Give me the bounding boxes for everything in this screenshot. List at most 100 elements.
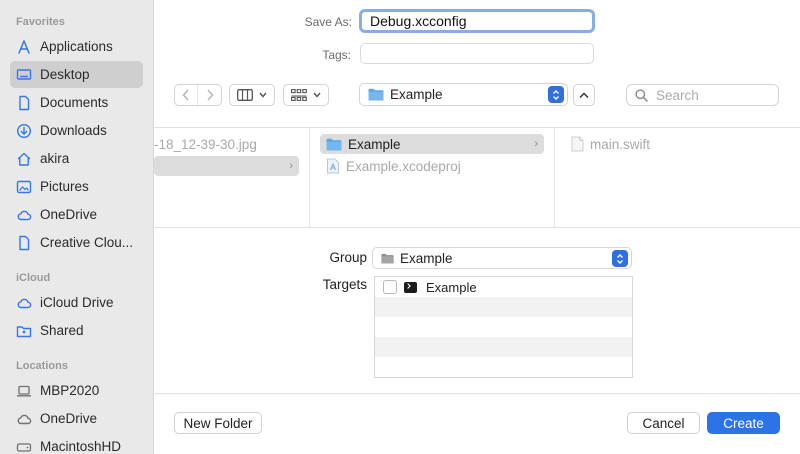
terminal-icon — [404, 281, 417, 293]
location-label: Example — [390, 87, 443, 102]
view-columns-button[interactable] — [229, 84, 275, 106]
group-label: Group — [329, 250, 367, 265]
favorites-section-title: Favorites — [16, 16, 65, 28]
target-row[interactable]: Example — [375, 277, 632, 297]
chevron-down-icon — [259, 92, 267, 98]
sidebar-item-desktop[interactable]: Desktop — [10, 61, 143, 88]
empty-row — [375, 337, 632, 357]
sidebar-item-label: Documents — [40, 95, 109, 110]
folder-icon — [381, 253, 394, 264]
pictures-icon — [16, 179, 32, 195]
file-row-main-swift[interactable]: main.swift — [571, 134, 771, 154]
popup-stepper-icon — [612, 250, 628, 267]
sidebar-item-shared[interactable]: Shared — [10, 317, 143, 344]
sidebar-item-akira[interactable]: akira — [10, 145, 143, 172]
sidebar-item-onedrive-location[interactable]: OneDrive — [10, 405, 143, 432]
group-by-button[interactable] — [283, 84, 329, 106]
folder-icon — [368, 88, 384, 101]
folder-name: Example — [348, 136, 401, 152]
sidebar-item-label: OneDrive — [40, 207, 98, 222]
sidebar-item-documents[interactable]: Documents — [10, 89, 143, 116]
search-icon — [635, 88, 648, 102]
column-divider — [309, 128, 310, 228]
document-icon — [16, 235, 32, 251]
chevron-down-icon — [313, 92, 321, 98]
cloud-icon — [16, 295, 32, 311]
sidebar-item-creative-cloud[interactable]: Creative Clou... — [10, 229, 143, 256]
swift-file-icon — [571, 136, 584, 152]
folder-icon — [326, 138, 342, 151]
folder-row-example[interactable]: Example › — [320, 134, 544, 154]
home-icon — [16, 151, 32, 167]
sidebar-item-label: Downloads — [40, 123, 107, 138]
footer-divider — [154, 393, 800, 394]
search-field[interactable]: Search — [626, 84, 779, 106]
targets-list: Example — [374, 276, 633, 378]
save-as-label: Save As: — [304, 15, 352, 29]
save-as-input[interactable]: Debug.xcconfig — [359, 9, 595, 33]
collapse-button[interactable] — [573, 84, 595, 106]
file-name: main.swift — [590, 136, 651, 152]
sidebar-item-onedrive[interactable]: OneDrive — [10, 201, 143, 228]
sidebar-item-label: akira — [40, 151, 70, 166]
file-row-xcodeproj[interactable]: Example.xcodeproj — [320, 156, 544, 176]
sidebar-item-mbp2020[interactable]: MBP2020 — [10, 377, 143, 404]
file-name: -18_12-39-30.jpg — [154, 136, 257, 152]
popup-stepper-icon — [548, 86, 564, 103]
forward-button[interactable] — [198, 85, 221, 105]
icloud-section-title: iCloud — [16, 272, 51, 284]
file-row[interactable]: -18_12-39-30.jpg — [154, 134, 299, 154]
shared-folder-icon — [16, 323, 32, 339]
back-forward-buttons — [174, 84, 222, 106]
tags-input[interactable] — [360, 43, 594, 64]
grid-icon — [291, 89, 307, 101]
sidebar-item-macintoshhd[interactable]: MacintoshHD — [10, 433, 143, 454]
sidebar-item-pictures[interactable]: Pictures — [10, 173, 143, 200]
cancel-button[interactable]: Cancel — [627, 412, 700, 434]
column-browser: -18_12-39-30.jpg › Example › Example.xco… — [154, 127, 800, 228]
group-value: Example — [400, 250, 453, 266]
download-icon — [16, 123, 32, 139]
sidebar-item-label: Applications — [40, 39, 113, 54]
sidebar-item-label: Creative Clou... — [40, 235, 134, 250]
xcodeproj-icon — [326, 158, 340, 174]
tags-label: Tags: — [322, 48, 351, 62]
group-popup[interactable]: Example — [372, 247, 632, 269]
laptop-icon — [16, 383, 32, 399]
sidebar-item-label: OneDrive — [40, 411, 98, 426]
sidebar-item-label: iCloud Drive — [40, 295, 114, 310]
sidebar-item-label: MBP2020 — [40, 383, 100, 398]
sidebar-item-label: Shared — [40, 323, 84, 338]
target-checkbox[interactable] — [383, 280, 397, 294]
sidebar-item-downloads[interactable]: Downloads — [10, 117, 143, 144]
chevron-right-icon: › — [289, 160, 293, 172]
columns-view-icon — [237, 89, 253, 101]
column-divider — [554, 128, 555, 228]
chevron-left-icon — [182, 89, 189, 101]
sidebar-item-icloud-drive[interactable]: iCloud Drive — [10, 289, 143, 316]
empty-row — [375, 317, 632, 337]
chevron-up-icon — [579, 91, 589, 98]
back-button[interactable] — [175, 85, 199, 105]
empty-row — [375, 297, 632, 317]
search-placeholder: Search — [656, 87, 699, 103]
file-name: Example.xcodeproj — [346, 158, 461, 174]
applications-icon — [16, 39, 32, 55]
new-folder-button[interactable]: New Folder — [174, 412, 262, 434]
sidebar-item-label: MacintoshHD — [40, 439, 122, 454]
sidebar-item-label: Pictures — [40, 179, 89, 194]
sidebar-item-applications[interactable]: Applications — [10, 33, 143, 60]
folder-row-selected[interactable]: › — [154, 156, 299, 176]
target-name: Example — [426, 279, 477, 295]
create-button[interactable]: Create — [707, 412, 780, 434]
locations-section-title: Locations — [16, 360, 68, 372]
cloud-icon — [16, 411, 32, 427]
location-popup[interactable]: Example — [359, 83, 568, 106]
document-icon — [16, 95, 32, 111]
disk-icon — [16, 439, 32, 454]
chevron-right-icon: › — [534, 138, 538, 150]
empty-row — [375, 357, 632, 377]
targets-label: Targets — [322, 277, 367, 292]
chevron-right-icon — [206, 89, 214, 101]
sidebar: Favorites Applications Desktop Documents… — [0, 0, 154, 454]
